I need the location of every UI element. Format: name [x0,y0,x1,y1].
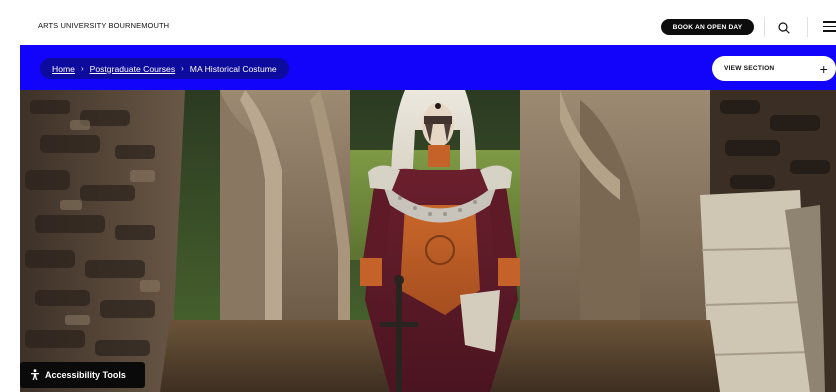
menu-button[interactable] [823,21,836,33]
accessibility-tools-label: Accessibility Tools [45,370,126,380]
plus-icon: + [819,60,828,77]
breadcrumb-current-page: MA Historical Costume [189,63,277,74]
hero-image [20,90,836,392]
book-open-day-button[interactable]: BOOK AN OPEN DAY [661,19,754,35]
site-header: ARTS UNIVERSITY BOURNEMOUTH BOOK AN OPEN… [20,10,836,45]
chevron-right-icon: › [80,64,84,73]
view-section-label: VIEW SECTION [724,65,775,72]
chevron-right-icon: › [181,64,184,73]
header-divider [764,17,765,37]
search-button[interactable] [776,20,792,36]
left-margin [0,0,20,392]
section-navbar: Home › Postgraduate Courses › MA Histori… [20,45,836,90]
search-icon [778,22,790,34]
view-section-button[interactable]: VIEW SECTION + [712,56,836,81]
accessibility-person-icon [31,369,39,380]
accessibility-tools-button[interactable]: Accessibility Tools [20,362,145,388]
hero-photo-costume-in-ruins [20,90,836,392]
header-divider [807,17,808,37]
hamburger-menu-icon [823,21,836,23]
breadcrumb: Home › Postgraduate Courses › MA Histori… [40,58,289,79]
brand-logo-text[interactable]: ARTS UNIVERSITY BOURNEMOUTH [38,21,169,30]
breadcrumb-postgraduate-link[interactable]: Postgraduate Courses [90,64,176,74]
breadcrumb-home-link[interactable]: Home [52,64,75,74]
